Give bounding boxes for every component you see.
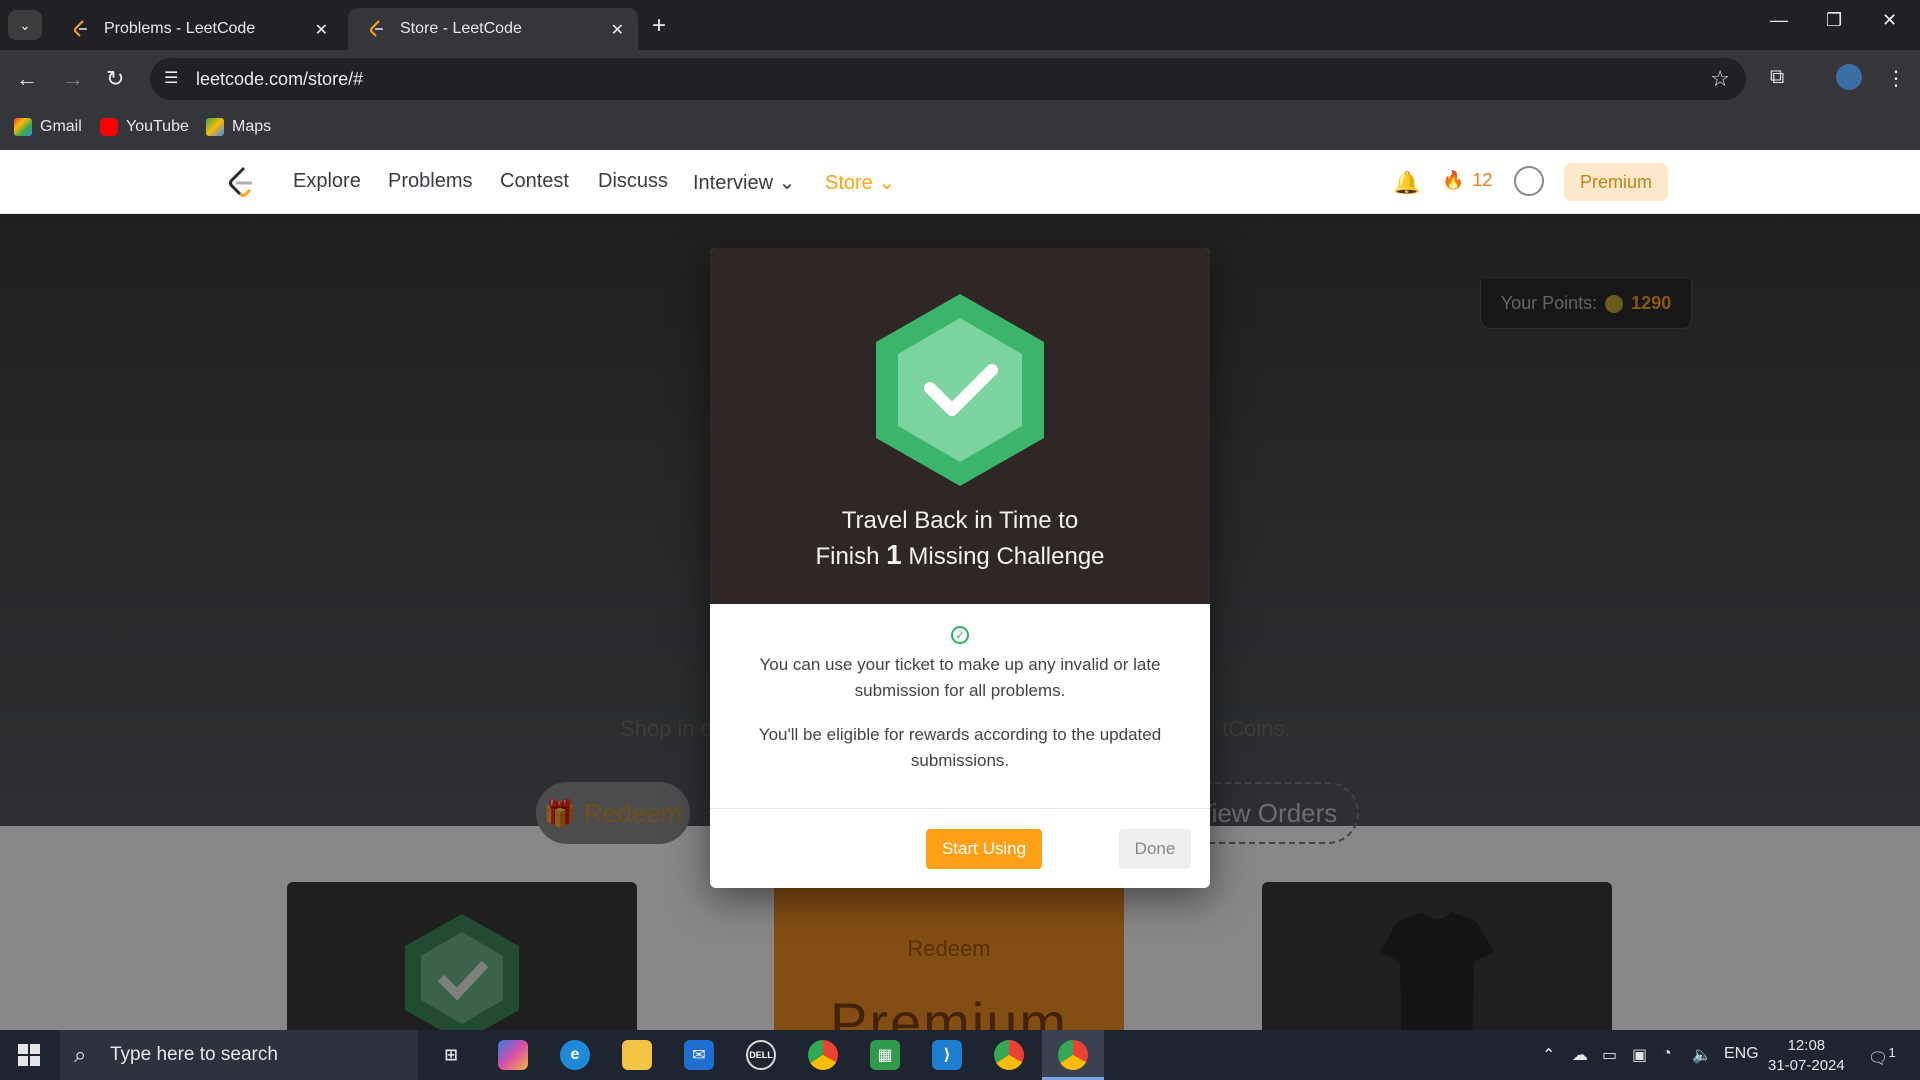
reload-icon[interactable]: ↻ xyxy=(106,66,124,92)
modal-header: Travel Back in Time to Finish 1 Missing … xyxy=(710,248,1210,604)
restore-icon[interactable]: ❐ xyxy=(1826,10,1842,31)
time-travel-ticket-modal: Travel Back in Time to Finish 1 Missing … xyxy=(710,248,1210,888)
volume-icon[interactable]: 🔈 xyxy=(1692,1045,1712,1065)
gmail-icon xyxy=(14,118,32,136)
vscode-icon[interactable]: ⟩ xyxy=(932,1040,962,1070)
nav-contest[interactable]: Contest xyxy=(500,170,569,193)
browser-tabstrip: ⌄ Problems - LeetCode ✕ Store - LeetCode… xyxy=(0,0,1920,50)
taskbar-search[interactable]: ⌕ Type here to search xyxy=(60,1030,418,1080)
copilot-icon[interactable] xyxy=(498,1040,528,1070)
tab-problems[interactable]: Problems - LeetCode ✕ xyxy=(52,8,342,50)
tab-search-button[interactable]: ⌄ xyxy=(8,10,42,40)
chrome-active-icon[interactable] xyxy=(1058,1040,1088,1070)
hexagon-check-icon xyxy=(876,294,1044,486)
nav-problems[interactable]: Problems xyxy=(388,170,472,193)
chevron-down-icon: ⌄ xyxy=(778,172,796,194)
chevron-down-icon: ⌄ xyxy=(878,172,896,194)
nav-discuss[interactable]: Discuss xyxy=(598,170,668,193)
bookmark-star-icon[interactable]: ☆ xyxy=(1710,66,1730,92)
leetcode-favicon xyxy=(368,20,386,38)
screen: ⌄ Problems - LeetCode ✕ Store - LeetCode… xyxy=(0,0,1920,1080)
modal-text-ticket: You can use your ticket to make up any i… xyxy=(759,655,1161,700)
modal-body: ✓ You can use your ticket to make up any… xyxy=(710,604,1210,808)
nav-interview[interactable]: Interview ⌄ xyxy=(693,170,795,195)
check-circle-icon: ✓ xyxy=(951,626,969,644)
chrome-profile-icon[interactable] xyxy=(994,1040,1024,1070)
minimize-icon[interactable]: — xyxy=(1770,10,1788,31)
site-info-icon[interactable]: ☰ xyxy=(164,68,184,88)
streak-counter[interactable]: 🔥 12 xyxy=(1442,170,1492,191)
tab-close-icon[interactable]: ✕ xyxy=(315,20,328,40)
file-explorer-icon[interactable] xyxy=(622,1040,652,1070)
new-tab-icon[interactable]: + xyxy=(652,12,666,40)
search-icon: ⌕ xyxy=(74,1042,87,1067)
notification-center-icon[interactable]: 🗨1 xyxy=(1868,1045,1896,1068)
leetcode-logo[interactable] xyxy=(226,166,256,198)
tab-title: Problems - LeetCode xyxy=(104,20,256,37)
task-view-icon[interactable]: ⊞ xyxy=(436,1040,466,1070)
close-window-icon[interactable]: ✕ xyxy=(1882,10,1897,31)
battery-icon[interactable]: ▭ xyxy=(1602,1045,1617,1065)
chrome-icon[interactable] xyxy=(808,1040,838,1070)
onedrive-icon[interactable]: ☁ xyxy=(1572,1045,1588,1065)
youtube-icon xyxy=(100,118,118,136)
premium-button[interactable]: Premium xyxy=(1564,163,1668,201)
leetcode-navbar: Explore Problems Contest Discuss Intervi… xyxy=(0,150,1920,214)
maps-icon xyxy=(206,118,224,136)
modal-footer: Start Using Done xyxy=(710,808,1210,888)
wifi-icon[interactable]: ◔ xyxy=(1662,1045,1672,1063)
tab-store[interactable]: Store - LeetCode ✕ xyxy=(348,8,638,50)
start-using-button[interactable]: Start Using xyxy=(926,829,1042,869)
missing-count: 1 xyxy=(886,539,902,570)
tray-chevron-up-icon[interactable]: ⌃ xyxy=(1542,1045,1555,1065)
user-avatar[interactable] xyxy=(1514,166,1544,196)
clock[interactable]: 12:08 31-07-2024 xyxy=(1768,1036,1845,1076)
nav-explore[interactable]: Explore xyxy=(293,170,361,193)
flame-icon: 🔥 xyxy=(1442,170,1465,190)
menu-kebab-icon[interactable]: ⋮ xyxy=(1886,66,1906,91)
edge-icon[interactable]: e xyxy=(560,1040,590,1070)
bookmark-maps[interactable]: Maps xyxy=(206,118,271,136)
windows-start-icon[interactable] xyxy=(18,1044,40,1066)
url-text[interactable]: leetcode.com/store/# xyxy=(196,69,363,90)
tab-close-icon[interactable]: ✕ xyxy=(611,20,624,40)
modal-title: Travel Back in Time to Finish 1 Missing … xyxy=(815,507,1105,570)
browser-toolbar: ← → ↻ ☰ leetcode.com/store/# ☆ xyxy=(0,50,1920,108)
done-button[interactable]: Done xyxy=(1119,829,1191,869)
leetcode-favicon xyxy=(72,20,90,38)
bookmark-gmail[interactable]: Gmail xyxy=(14,118,82,136)
modal-text-rewards: You'll be eligible for rewards according… xyxy=(758,725,1162,770)
profile-avatar[interactable] xyxy=(1836,64,1862,90)
dell-icon[interactable]: DELL xyxy=(746,1040,776,1070)
back-icon[interactable]: ← xyxy=(16,66,38,92)
language-indicator[interactable]: ENG xyxy=(1724,1045,1759,1063)
bookmarks-bar: Gmail YouTube Maps xyxy=(0,108,1920,150)
forward-icon[interactable]: → xyxy=(62,66,84,92)
windows-taskbar: ⌕ Type here to search ⊞ e ✉ DELL ▦ ⟩ ⌃ ☁… xyxy=(0,1030,1920,1080)
sheets-icon[interactable]: ▦ xyxy=(870,1040,900,1070)
notification-bell-icon[interactable]: 🔔 xyxy=(1393,170,1420,196)
extensions-icon[interactable]: ⧉ xyxy=(1770,66,1784,89)
mail-icon[interactable]: ✉ xyxy=(684,1040,714,1070)
display-icon[interactable]: ▣ xyxy=(1632,1045,1647,1065)
omnibox[interactable]: ☰ leetcode.com/store/# ☆ xyxy=(150,58,1746,100)
nav-store[interactable]: Store ⌄ xyxy=(825,170,895,195)
tab-title: Store - LeetCode xyxy=(400,20,522,37)
bookmark-youtube[interactable]: YouTube xyxy=(100,118,189,136)
